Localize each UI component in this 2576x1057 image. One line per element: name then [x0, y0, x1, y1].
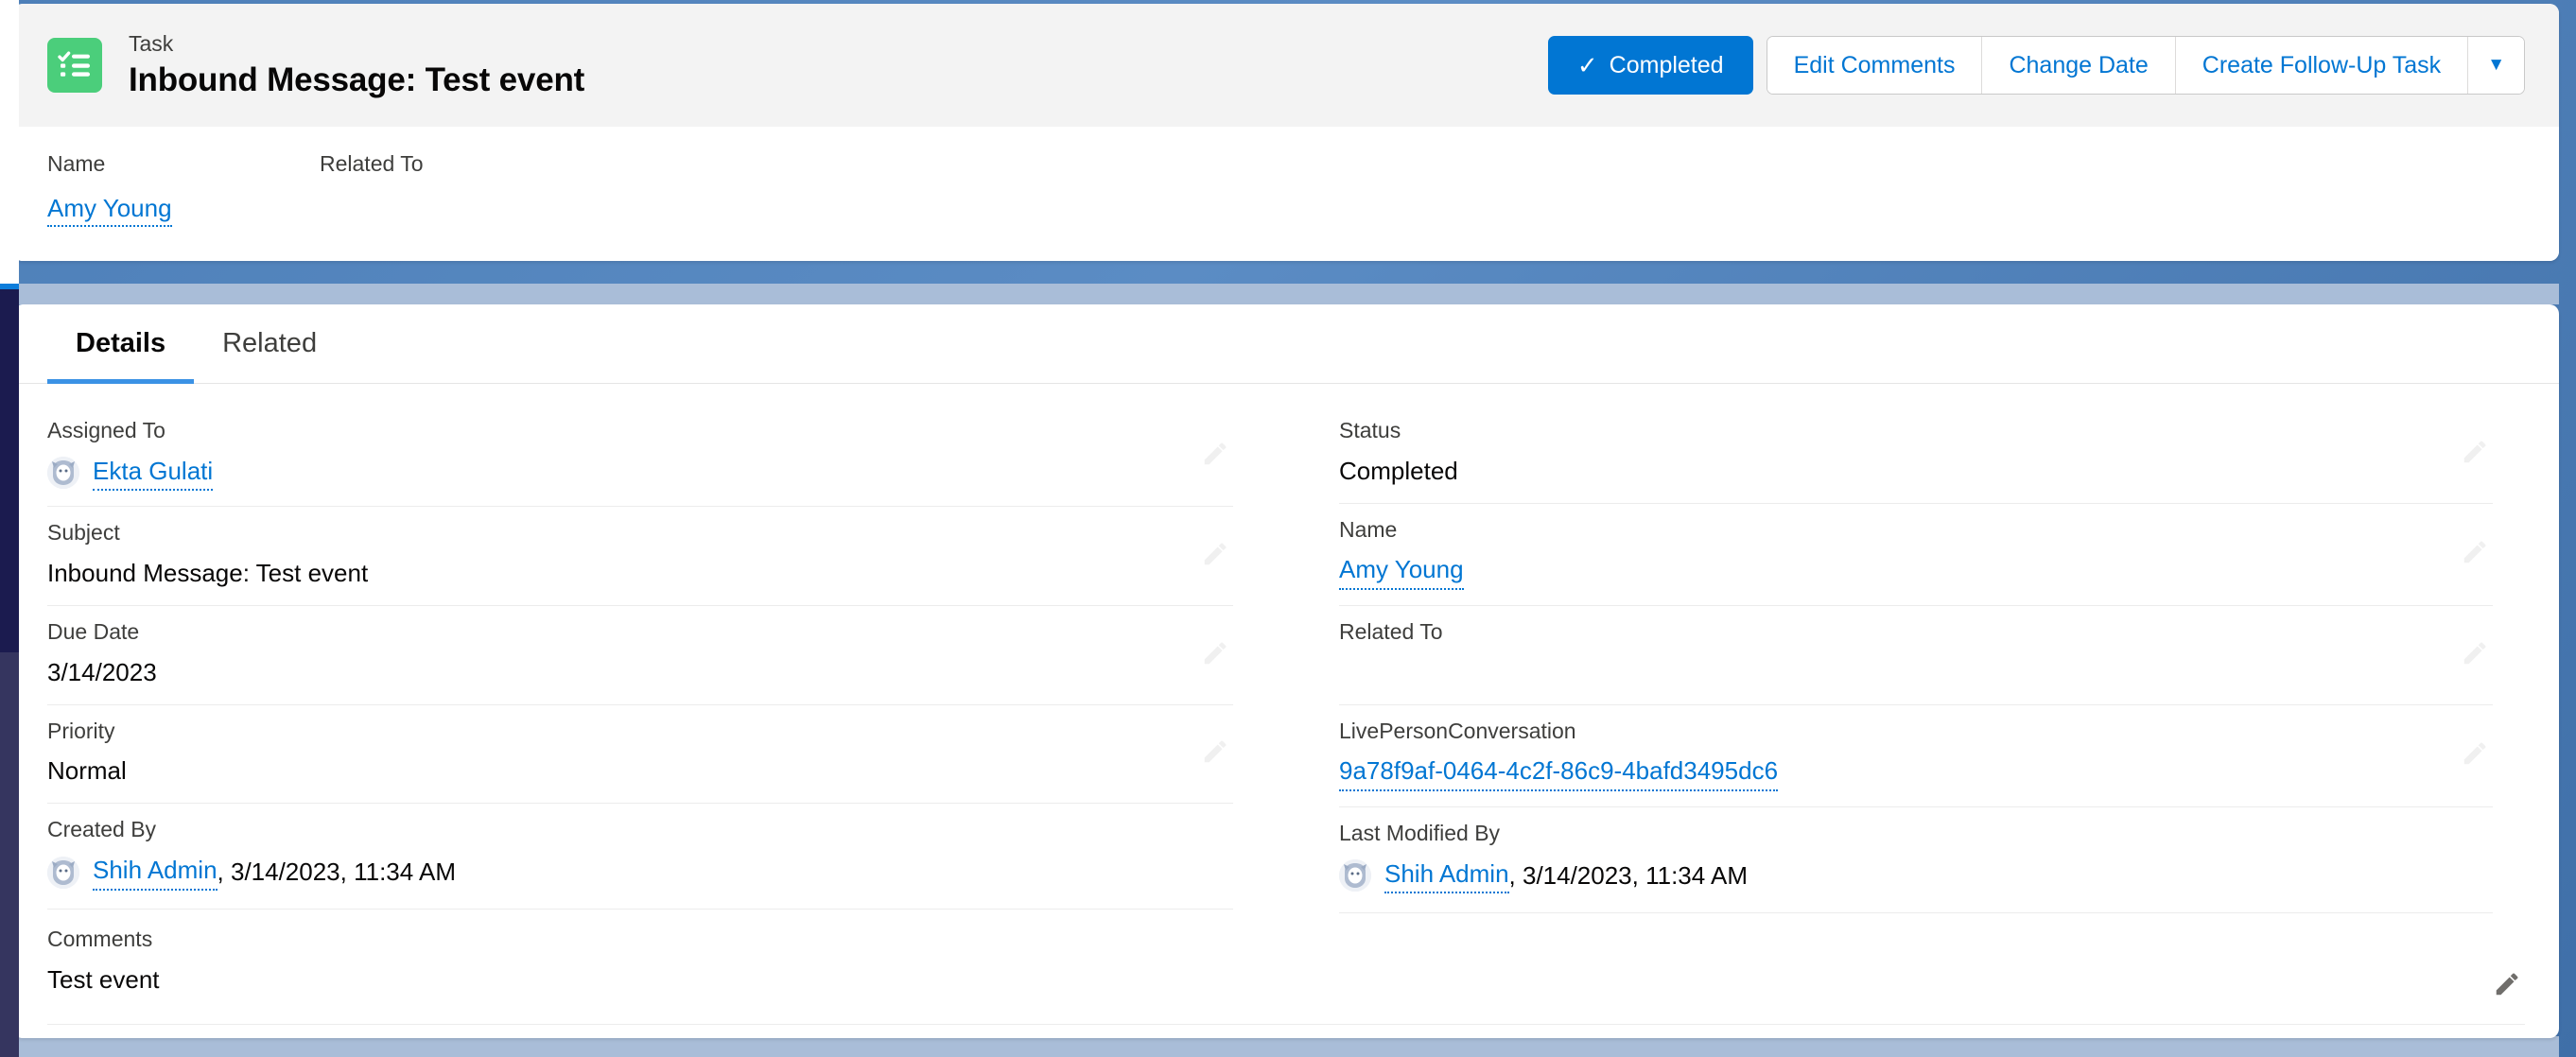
page-title: Inbound Message: Test event [129, 61, 585, 99]
secondary-action-bar: Edit Comments Change Date Create Follow-… [1766, 36, 2525, 95]
edit-subject-icon[interactable] [1201, 540, 1233, 572]
field-priority-value: Normal [47, 756, 127, 786]
edit-related-to-icon[interactable] [2461, 639, 2493, 671]
field-related-to-value [1339, 657, 2493, 689]
tab-related-label: Related [222, 328, 318, 358]
field-due-date: Due Date 3/14/2023 [47, 606, 1233, 705]
field-assigned-to: Assigned To Ekta Gulati [47, 405, 1233, 508]
task-checklist-icon [47, 38, 102, 93]
field-name-label: Name [1339, 516, 1398, 542]
record-highlights-panel: Task Inbound Message: Test event ✓ Compl… [13, 4, 2559, 261]
field-name-value: Amy Young [1339, 554, 2493, 590]
edit-comments-icon[interactable] [2493, 970, 2525, 1002]
change-date-label: Change Date [2009, 51, 2149, 78]
record-detail-panel: Details Related Assigned To Ekta Gulati … [13, 304, 2559, 1038]
compact-field-row: Name Amy Young Related To [13, 127, 2559, 261]
field-assigned-to-label: Assigned To [47, 418, 165, 442]
change-date-button[interactable]: Change Date [1982, 37, 2176, 94]
completed-button-label: Completed [1609, 51, 1724, 78]
page-bottom-band [13, 1036, 2559, 1057]
field-last-modified-by: Last Modified By Shih Admin , 3/14/2023,… [1339, 807, 2493, 913]
edit-due-date-icon[interactable] [1201, 639, 1233, 671]
avatar [1339, 859, 1371, 892]
last-modified-by-link[interactable]: Shih Admin [1384, 858, 1509, 894]
field-priority: Priority Normal [47, 705, 1233, 805]
field-comments-label: Comments [47, 926, 153, 951]
edit-assigned-to-icon[interactable] [1201, 440, 1233, 472]
last-modified-by-timestamp: , 3/14/2023, 11:34 AM [1508, 860, 1749, 890]
compact-field-related-to: Related To [320, 151, 592, 261]
check-icon: ✓ [1576, 51, 1598, 79]
browser-viewport: Task Inbound Message: Test event ✓ Compl… [0, 0, 2576, 1057]
field-priority-label: Priority [47, 718, 115, 743]
left-nav-rail-top-segment [0, 0, 19, 284]
tab-related[interactable]: Related [194, 304, 345, 383]
compact-field-related-to-label: Related To [320, 151, 424, 176]
tab-bar: Details Related [13, 304, 2559, 384]
detail-right-column: Status Completed Name Amy Young Related … [1286, 405, 2525, 913]
assigned-to-link[interactable]: Ekta Gulati [93, 456, 214, 492]
created-by-link[interactable]: Shih Admin [93, 855, 218, 891]
field-assigned-to-value: Ekta Gulati [47, 456, 1233, 492]
liveperson-conversation-link[interactable]: 9a78f9af-0464-4c2f-86c9-4bafd3495dc6 [1339, 755, 1779, 791]
left-nav-rail-accent [0, 284, 19, 289]
field-last-modified-by-label: Last Modified By [1339, 820, 1501, 845]
field-due-date-value: 3/14/2023 [47, 657, 157, 686]
field-liveperson-conversation-label: LivePersonConversation [1339, 718, 1576, 743]
avatar [47, 457, 79, 490]
edit-comments-label: Edit Comments [1793, 51, 1956, 78]
chevron-down-icon: ▼ [2487, 55, 2505, 75]
edit-priority-icon[interactable] [1201, 737, 1233, 770]
field-status-value: Completed [1339, 456, 1458, 485]
action-button-group: ✓ Completed Edit Comments Change Date Cr… [1547, 36, 2525, 95]
field-last-modified-by-value: Shih Admin , 3/14/2023, 11:34 AM [1339, 858, 2493, 894]
page-background-band [13, 284, 2559, 304]
completed-button[interactable]: ✓ Completed [1547, 36, 1753, 95]
created-by-timestamp: , 3/14/2023, 11:34 AM [217, 857, 457, 886]
field-created-by: Created By Shih Admin , 3/14/2023, 11:34… [47, 804, 1233, 910]
field-status: Status Completed [1339, 405, 2493, 504]
field-comments: Comments Test event [13, 913, 2559, 1025]
field-subject-value: Inbound Message: Test event [47, 559, 369, 588]
edit-comments-button[interactable]: Edit Comments [1767, 37, 1983, 94]
field-due-date-label: Due Date [47, 618, 140, 644]
edit-status-icon[interactable] [2461, 438, 2493, 470]
field-liveperson-conversation-value: 9a78f9af-0464-4c2f-86c9-4bafd3495dc6 [1339, 755, 2493, 791]
tab-details-label: Details [76, 328, 166, 358]
create-follow-up-task-label: Create Follow-Up Task [2202, 51, 2442, 78]
avatar [47, 856, 79, 889]
left-nav-rail [0, 0, 19, 1057]
field-comments-inner: Comments Test event [47, 927, 2525, 1025]
compact-field-name-value: Amy Young [47, 194, 320, 227]
edit-name-icon[interactable] [2461, 538, 2493, 570]
tab-details[interactable]: Details [47, 304, 195, 384]
field-subject: Subject Inbound Message: Test event [47, 507, 1233, 606]
field-created-by-label: Created By [47, 817, 157, 842]
more-actions-button[interactable]: ▼ [2468, 37, 2524, 94]
name-link[interactable]: Amy Young [47, 194, 172, 227]
field-related-to: Related To [1339, 606, 2493, 705]
field-status-label: Status [1339, 418, 1401, 442]
compact-field-name: Name Amy Young [47, 151, 320, 261]
name-link[interactable]: Amy Young [1339, 554, 1464, 590]
field-liveperson-conversation: LivePersonConversation 9a78f9af-0464-4c2… [1339, 705, 2493, 807]
field-subject-label: Subject [47, 520, 120, 546]
field-created-by-value: Shih Admin , 3/14/2023, 11:34 AM [47, 855, 1233, 891]
compact-field-name-label: Name [47, 151, 106, 176]
detail-left-column: Assigned To Ekta Gulati Subject Inbound … [47, 405, 1286, 913]
record-header: Task Inbound Message: Test event ✓ Compl… [13, 4, 2559, 127]
field-comments-value: Test event [47, 964, 160, 994]
object-type-label: Task [129, 31, 174, 57]
detail-field-grid: Assigned To Ekta Gulati Subject Inbound … [13, 384, 2559, 913]
edit-liveperson-conversation-icon[interactable] [2461, 739, 2493, 771]
field-related-to-label: Related To [1339, 618, 1443, 644]
field-name: Name Amy Young [1339, 504, 2493, 606]
create-follow-up-task-button[interactable]: Create Follow-Up Task [2175, 37, 2469, 94]
left-nav-rail-lower-segment [0, 652, 19, 1057]
title-block: Task Inbound Message: Test event [129, 30, 584, 99]
